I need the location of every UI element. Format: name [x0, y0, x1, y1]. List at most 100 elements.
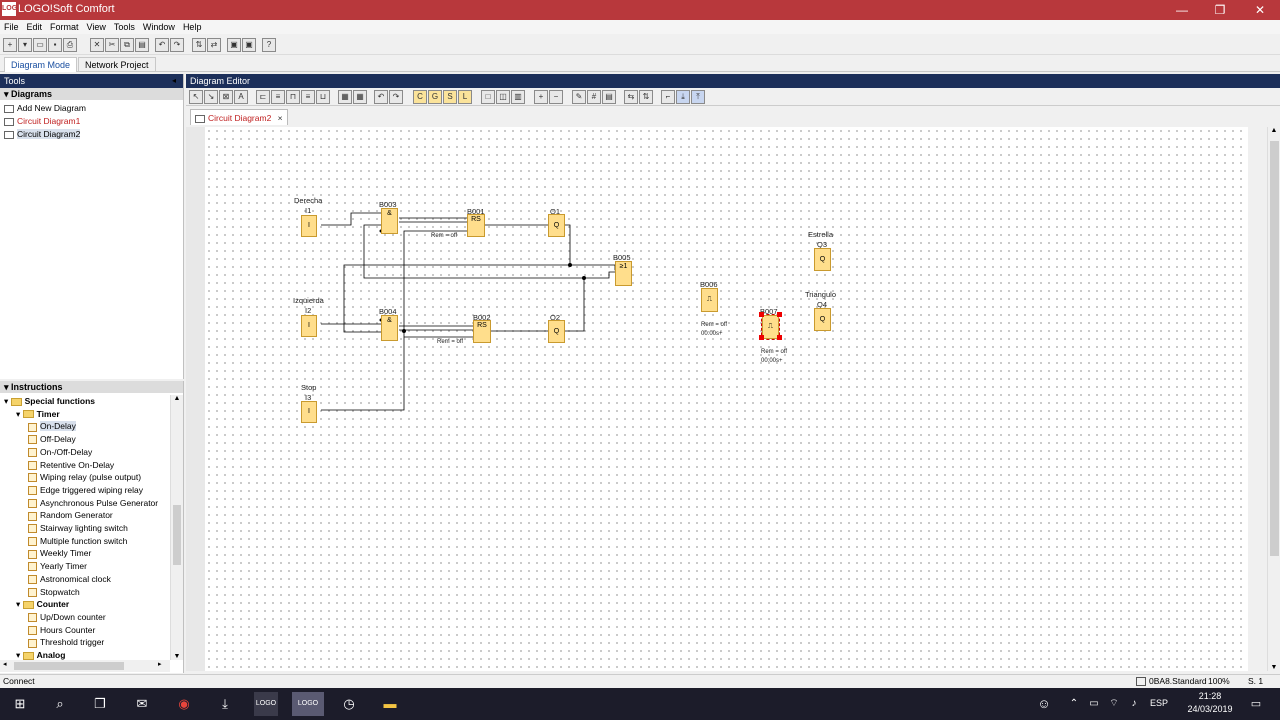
tree-item[interactable]: Hours Counter [28, 624, 95, 636]
tree-item[interactable]: Up/Down counter [28, 611, 106, 623]
output-block-q4[interactable]: Q [814, 308, 831, 331]
output-block-q1[interactable]: Q [548, 214, 565, 237]
maximize-button[interactable]: ❐ [1200, 0, 1240, 20]
scroll-right-icon[interactable]: ▸ [158, 660, 162, 668]
new-icon[interactable]: + [3, 38, 17, 52]
menu-edit[interactable]: Edit [23, 20, 47, 34]
new-dropdown-icon[interactable]: ▾ [18, 38, 32, 52]
rs-block-b002[interactable]: RS [473, 320, 491, 343]
instructions-vscroll[interactable]: ▲ ▼ [170, 395, 183, 660]
notifications-icon[interactable]: ▭ [1244, 692, 1268, 716]
task-view-icon[interactable]: ❐ [88, 692, 112, 716]
logo-app-icon[interactable]: LOGO [254, 692, 278, 716]
tab-close-icon[interactable]: × [278, 113, 283, 123]
input-block-i1[interactable]: I [301, 215, 317, 237]
save-icon[interactable]: ▪ [48, 38, 62, 52]
scroll-thumb[interactable] [173, 505, 181, 565]
simulate-icon[interactable]: ▣ [227, 38, 241, 52]
panel-collapse-icon[interactable]: ◂ [172, 76, 176, 85]
page-icon[interactable]: □ [481, 90, 495, 104]
scroll-down-icon[interactable]: ▼ [171, 653, 183, 660]
and-block-b004[interactable]: & [381, 315, 398, 341]
menu-window[interactable]: Window [139, 20, 179, 34]
tree-item[interactable]: Yearly Timer [28, 560, 87, 572]
scroll-left-icon[interactable]: ◂ [3, 660, 7, 668]
scroll-down-icon[interactable]: ▼ [1268, 664, 1280, 671]
print-icon[interactable]: ⎙ [63, 38, 77, 52]
diagram-item-2[interactable]: Circuit Diagram2 [4, 128, 81, 140]
timer-block-b006[interactable]: ⎍ [701, 288, 718, 312]
align-left-icon[interactable]: ⊏ [256, 90, 270, 104]
constants-icon[interactable]: ⊠ [219, 90, 233, 104]
sf-icon[interactable]: S [443, 90, 457, 104]
tree-item[interactable]: Stopwatch [28, 586, 80, 598]
tree-item[interactable]: On-/Off-Delay [28, 446, 92, 458]
expand-icon[interactable]: ▾ [4, 396, 11, 406]
ungroup-icon[interactable]: ▦ [353, 90, 367, 104]
selection-handle[interactable] [777, 335, 782, 340]
tree-item[interactable]: Off-Delay [28, 433, 76, 445]
tree-item[interactable]: Edge triggered wiping relay [28, 484, 143, 496]
online-icon[interactable]: ▣ [242, 38, 256, 52]
menu-file[interactable]: File [0, 20, 23, 34]
add-new-diagram[interactable]: Add New Diagram [4, 102, 86, 114]
tab-network-project[interactable]: Network Project [78, 57, 156, 72]
text-icon[interactable]: A [234, 90, 248, 104]
fit-page-icon[interactable]: ⤒ [691, 90, 705, 104]
expand-icon[interactable]: ▾ [16, 650, 23, 660]
diagrams-header[interactable]: ▾ Diagrams [0, 88, 183, 100]
paste-icon[interactable]: ▤ [135, 38, 149, 52]
expand-icon[interactable]: ▾ [16, 599, 23, 609]
mail-icon[interactable]: ✉ [130, 692, 154, 716]
tree-item[interactable]: Astronomical clock [28, 573, 111, 585]
align-top-icon[interactable]: ⊓ [286, 90, 300, 104]
language-indicator[interactable]: ESP [1150, 698, 1168, 708]
connect-icon[interactable]: ↘ [204, 90, 218, 104]
undo-icon[interactable]: ↶ [374, 90, 388, 104]
tree-item[interactable]: Threshold trigger [28, 636, 104, 648]
rs-block-b001[interactable]: RS [467, 214, 485, 237]
tree-item[interactable]: Stairway lighting switch [28, 522, 128, 534]
menu-tools[interactable]: Tools [110, 20, 139, 34]
people-icon[interactable]: ☺ [1032, 692, 1056, 716]
columns-icon[interactable]: ▥ [511, 90, 525, 104]
tree-item[interactable]: Multiple function switch [28, 535, 127, 547]
volume-icon[interactable]: ♪ [1122, 692, 1146, 716]
output-block-q3[interactable]: Q [814, 248, 831, 271]
gf-icon[interactable]: G [428, 90, 442, 104]
co-icon[interactable]: C [413, 90, 427, 104]
copy-icon[interactable]: ⧉ [120, 38, 134, 52]
tree-item[interactable]: On-Delay [28, 420, 76, 432]
group-icon[interactable]: ▦ [338, 90, 352, 104]
zoom-out-icon[interactable]: − [549, 90, 563, 104]
file-explorer-icon[interactable]: ▬ [378, 692, 402, 716]
cross-ref-icon[interactable]: ⌐ [661, 90, 675, 104]
clock-time[interactable]: 21:28 [1180, 691, 1240, 701]
selection-handle[interactable] [759, 312, 764, 317]
tree-folder[interactable]: ▾ Counter [16, 598, 69, 610]
pen-icon[interactable]: ✎ [572, 90, 586, 104]
zoom-in-icon[interactable]: + [534, 90, 548, 104]
menu-format[interactable]: Format [46, 20, 83, 34]
minimize-button[interactable]: — [1162, 0, 1202, 20]
route-icon[interactable]: ⇆ [624, 90, 638, 104]
diagram-canvas[interactable]: Derecha I1 I Izquierda I2 I Stop I3 I B0… [205, 127, 1248, 671]
tree-item[interactable]: Asynchronous Pulse Generator [28, 497, 158, 509]
align-bottom-icon[interactable]: ⊔ [316, 90, 330, 104]
close-button[interactable]: ✕ [1240, 0, 1280, 20]
menu-help[interactable]: Help [179, 20, 206, 34]
scroll-thumb[interactable] [1270, 141, 1279, 556]
or-block-b005[interactable]: ≥1 [615, 261, 632, 286]
transfer2-icon[interactable]: ⇄ [207, 38, 221, 52]
tree-item[interactable]: Retentive On-Delay [28, 459, 114, 471]
tree-item[interactable]: Random Generator [28, 509, 113, 521]
delete-icon[interactable]: ✕ [90, 38, 104, 52]
chrome-icon[interactable]: ◉ [172, 692, 196, 716]
help-icon[interactable]: ? [262, 38, 276, 52]
scroll-up-icon[interactable]: ▲ [171, 395, 183, 402]
cut-icon[interactable]: ✂ [105, 38, 119, 52]
input-block-i3[interactable]: I [301, 401, 317, 423]
tab-circuit-diagram2[interactable]: Circuit Diagram2 × [190, 109, 288, 125]
search-icon[interactable]: ⌕ [48, 692, 72, 716]
redo-icon[interactable]: ↷ [170, 38, 184, 52]
